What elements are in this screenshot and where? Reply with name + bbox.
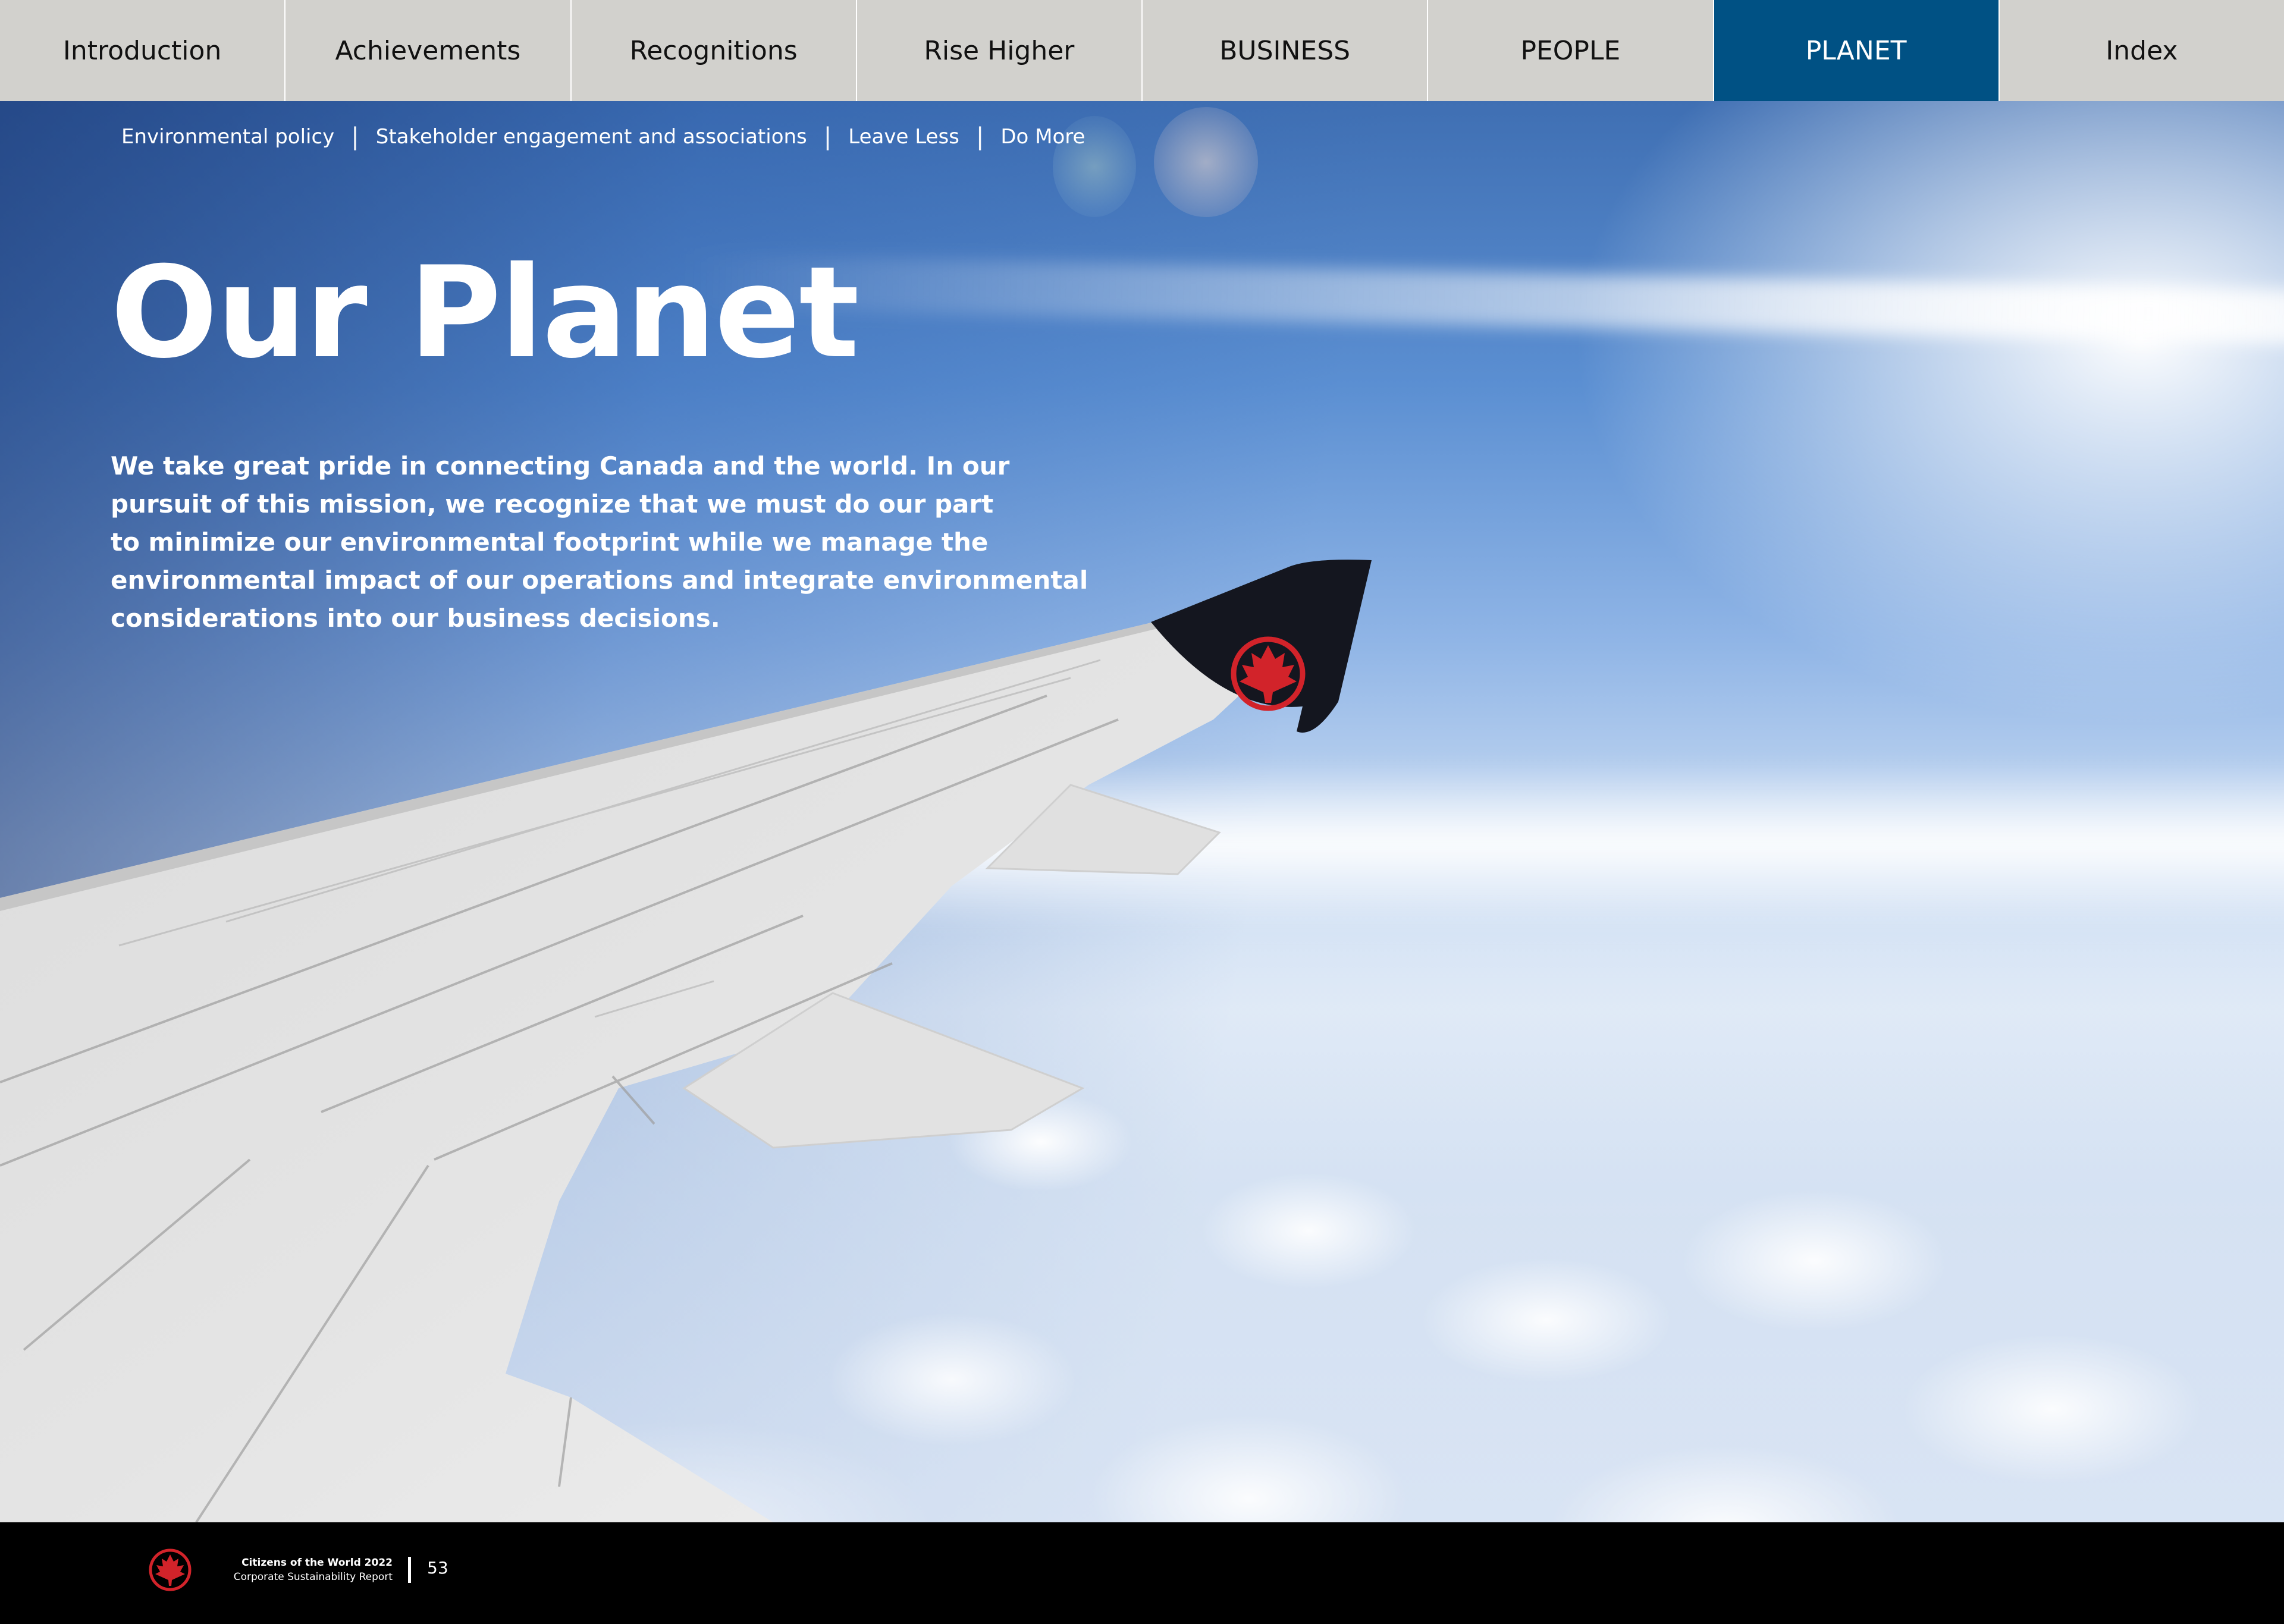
top-navigation: Introduction Achievements Recognitions R… [0,0,2284,101]
intro-paragraph: We take great pride in connecting Canada… [111,447,1088,637]
subnav-separator: | [351,123,359,150]
tab-people[interactable]: PEOPLE [1428,0,1714,101]
subnav-separator: | [975,123,984,150]
subnav-environmental-policy[interactable]: Environmental policy [121,125,334,149]
tab-business[interactable]: BUSINESS [1143,0,1429,101]
tab-planet[interactable]: PLANET [1714,0,2000,101]
report-subtitle: Corporate Sustainability Report [233,1571,393,1583]
section-subnav: Environmental policy | Stakeholder engag… [121,121,1085,152]
intro-line: considerations into our business decisio… [111,604,720,633]
subnav-do-more[interactable]: Do More [1000,125,1085,149]
subnav-leave-less[interactable]: Leave Less [848,125,959,149]
intro-line: pursuit of this mission, we recognize th… [111,489,994,519]
footer-report-title: Citizens of the World 2022 Corporate Sus… [196,1556,393,1584]
subnav-stakeholder-engagement[interactable]: Stakeholder engagement and associations [376,125,807,149]
tab-introduction[interactable]: Introduction [0,0,286,101]
tab-achievements[interactable]: Achievements [286,0,572,101]
tab-rise-higher[interactable]: Rise Higher [857,0,1143,101]
tab-recognitions[interactable]: Recognitions [572,0,857,101]
intro-line: to minimize our environmental footprint … [111,527,989,557]
page-footer: Citizens of the World 2022 Corporate Sus… [0,1522,2284,1624]
subnav-separator: | [823,123,832,150]
report-title: Citizens of the World 2022 [241,1557,393,1569]
intro-line: environmental impact of our operations a… [111,566,1088,595]
page-title: Our Planet [111,239,859,386]
maple-leaf-roundel-icon [149,1548,192,1591]
tab-index[interactable]: Index [2000,0,2284,101]
footer-divider [408,1557,411,1583]
intro-line: We take great pride in connecting Canada… [111,451,1010,480]
page-number: 53 [427,1558,448,1578]
